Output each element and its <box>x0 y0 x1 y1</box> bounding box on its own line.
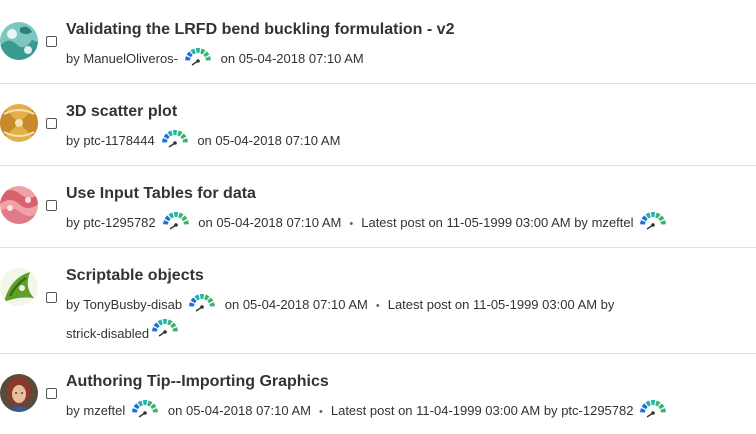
topic-meta: by ptc-1178444 on 05-04-2018 07:10 AM <box>66 129 340 154</box>
avatar[interactable] <box>0 104 38 142</box>
author-link[interactable]: TonyBusby-disab <box>83 297 182 312</box>
select-checkbox[interactable] <box>46 36 57 47</box>
select-checkbox[interactable] <box>46 292 57 303</box>
select-checkbox[interactable] <box>46 118 57 129</box>
rank-gauge-icon <box>637 399 669 424</box>
post-date: on 05-04-2018 07:10 AM <box>197 133 341 148</box>
select-checkbox[interactable] <box>46 200 57 211</box>
green-pattern-avatar-icon <box>0 268 38 306</box>
topic-meta: by TonyBusby-disab on 05-04-2018 07:10 A… <box>66 293 614 318</box>
by-label: by <box>66 51 80 66</box>
topic-meta: by mzeftel on 05-04-2018 07:10 AM • Latest… <box>66 399 672 424</box>
select-checkbox[interactable] <box>46 388 57 399</box>
rank-gauge-icon <box>159 129 191 154</box>
post-date: on 05-04-2018 07:10 AM <box>220 51 364 66</box>
latest-post: Latest post on 11-05-1999 03:00 AM by <box>387 297 615 312</box>
topic-title[interactable]: Use Input Tables for data <box>66 185 256 203</box>
avatar[interactable] <box>0 374 38 412</box>
latest-author-link[interactable]: strick-disabled <box>66 326 149 341</box>
separator-dot: • <box>375 300 380 312</box>
author-link[interactable]: ptc-1178444 <box>83 133 154 148</box>
topic-meta: by ManuelOliveros- on 05-04-2018 07:10 A… <box>66 47 364 72</box>
rank-gauge-icon <box>160 211 192 236</box>
latest-post: Latest post on 11-05-1999 03:00 AM by <box>361 215 588 230</box>
list-item: Scriptable objects by TonyBusby-disab on… <box>0 248 756 354</box>
topic-list: Validating the LRFD bend buckling formul… <box>0 0 756 434</box>
topic-meta: by ptc-1295782 on 05-04-2018 07:10 AM • La… <box>66 211 672 236</box>
latest-author-link[interactable]: mzeftel <box>592 215 634 230</box>
latest-post: Latest post on 11-04-1999 03:00 AM by <box>330 403 558 418</box>
rank-gauge-icon <box>637 211 669 236</box>
avatar[interactable] <box>0 186 38 224</box>
post-date: on 05-04-2018 07:10 AM <box>224 297 368 312</box>
separator-dot: • <box>319 406 323 418</box>
avatar[interactable] <box>0 268 38 306</box>
author-link[interactable]: ManuelOliveros- <box>83 51 178 66</box>
list-item: Validating the LRFD bend buckling formul… <box>0 0 756 84</box>
topic-title[interactable]: Validating the LRFD bend buckling formul… <box>66 21 454 39</box>
rank-gauge-icon <box>182 47 214 72</box>
by-label: by <box>66 297 80 312</box>
by-label: by <box>66 215 80 230</box>
latest-author-link[interactable]: ptc-1295782 <box>561 403 633 418</box>
rank-gauge-icon <box>186 293 218 318</box>
photo-avatar-icon <box>0 374 38 412</box>
topic-title[interactable]: Scriptable objects <box>66 267 204 285</box>
separator-dot: • <box>349 218 354 230</box>
post-date: on 05-04-2018 07:10 AM <box>167 403 311 418</box>
post-date: on 05-04-2018 07:10 AM <box>198 215 342 230</box>
by-label: by <box>66 403 80 418</box>
list-item: Use Input Tables for data by ptc-1295782… <box>0 166 756 248</box>
list-item: Authoring Tip--Importing Graphics by mze… <box>0 354 756 434</box>
rank-gauge-icon <box>129 399 161 424</box>
avatar[interactable] <box>0 22 38 60</box>
topic-title[interactable]: 3D scatter plot <box>66 103 177 121</box>
teal-pattern-avatar-icon <box>0 22 38 60</box>
author-link[interactable]: mzeftel <box>83 403 125 418</box>
topic-title[interactable]: Authoring Tip--Importing Graphics <box>66 373 329 391</box>
gold-pattern-avatar-icon <box>0 104 38 142</box>
author-link[interactable]: ptc-1295782 <box>83 215 155 230</box>
rank-gauge-icon <box>149 319 181 341</box>
list-item: 3D scatter plot by ptc-1178444 on 05-04-… <box>0 84 756 166</box>
pink-pattern-avatar-icon <box>0 186 38 224</box>
topic-meta-continued: strick-disabled <box>66 318 181 343</box>
by-label: by <box>66 133 80 148</box>
